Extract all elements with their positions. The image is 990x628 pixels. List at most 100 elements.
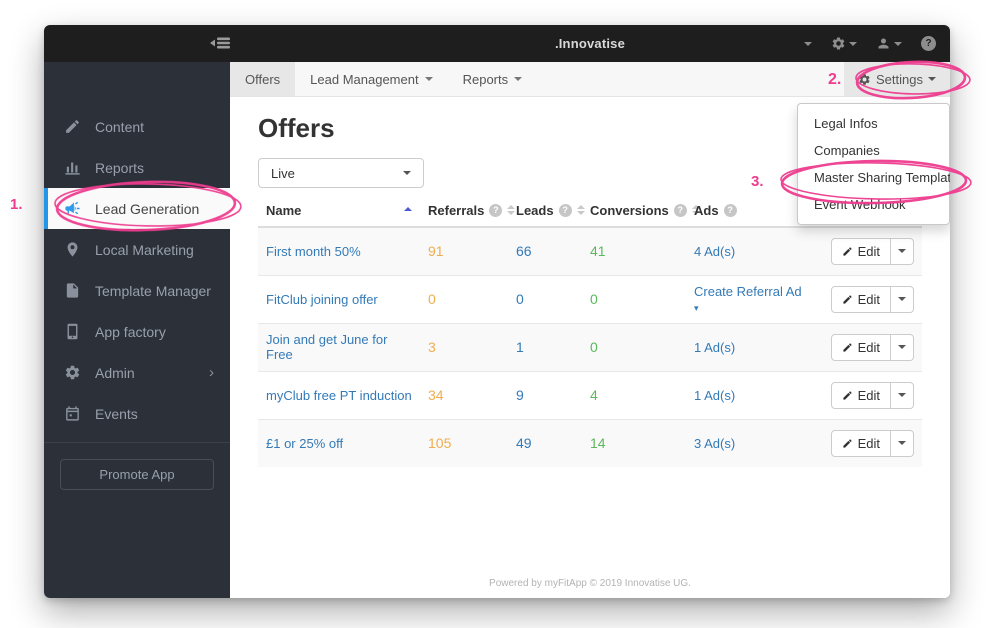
topbar-user-icon[interactable] xyxy=(876,36,902,51)
table-row: First month 50% 91 66 41 4 Ad(s) Edit xyxy=(258,227,922,275)
edit-button-group: Edit xyxy=(830,237,914,265)
map-pin-icon xyxy=(64,241,81,258)
pencil-icon xyxy=(842,439,852,448)
offer-name-link[interactable]: £1 or 25% off xyxy=(266,436,343,451)
menu-item-event-webhook[interactable]: Event Webhook xyxy=(798,191,949,218)
sidebar-item-template-manager[interactable]: Template Manager xyxy=(44,270,230,311)
promote-app-button[interactable]: Promote App xyxy=(60,459,214,490)
status-filter-select[interactable]: Live xyxy=(258,158,424,188)
sidebar-item-events[interactable]: Events xyxy=(44,393,230,434)
table-row: FitClub joining offer 0 0 0 Create Refer… xyxy=(258,274,922,323)
offer-name-link[interactable]: First month 50% xyxy=(266,244,361,259)
tab-label: Lead Management xyxy=(310,71,419,87)
sidebar-item-label: App factory xyxy=(95,323,166,340)
edit-label: Edit xyxy=(857,387,880,403)
topbar-gear-icon[interactable] xyxy=(831,36,857,51)
edit-dropdown-button[interactable] xyxy=(891,237,914,265)
sidebar-nav: Content Reports Lead Generation Local Ma… xyxy=(44,62,230,434)
settings-label: Settings xyxy=(876,71,923,87)
pencil-icon xyxy=(64,118,81,135)
sidebar-item-content[interactable]: Content xyxy=(44,106,230,147)
leads-value: 66 xyxy=(516,243,532,260)
sidebar-item-local-marketing[interactable]: Local Marketing xyxy=(44,229,230,270)
ads-link[interactable]: 1 Ad(s) xyxy=(694,340,735,355)
tab-offers[interactable]: Offers xyxy=(230,62,296,96)
edit-label: Edit xyxy=(857,339,880,355)
referrals-value: 105 xyxy=(428,435,452,452)
create-referral-ad-link[interactable]: Create Referral Ad xyxy=(694,284,802,299)
annotation-step-1: 1. xyxy=(10,196,23,213)
sidebar-item-lead-generation[interactable]: Lead Generation xyxy=(44,188,230,229)
column-label: Ads xyxy=(694,202,719,218)
leads-value: 9 xyxy=(516,387,524,403)
settings-dropdown-button[interactable]: Settings xyxy=(844,62,950,96)
help-icon[interactable]: ? xyxy=(489,203,503,217)
edit-label: Edit xyxy=(857,291,880,307)
edit-button[interactable]: Edit xyxy=(830,429,891,457)
offer-name-link[interactable]: FitClub joining offer xyxy=(266,292,378,307)
column-header-referrals[interactable]: Referrals ? xyxy=(420,195,516,228)
sidebar: Content Reports Lead Generation Local Ma… xyxy=(44,62,230,598)
sidebar-item-label: Local Marketing xyxy=(95,241,194,258)
caret-down-icon xyxy=(403,171,411,175)
app-window: .Innovatise ? Content Reports Lead Gener… xyxy=(44,25,950,598)
offer-name-link[interactable]: myClub free PT induction xyxy=(266,388,412,403)
topbar-help-icon[interactable]: ? xyxy=(921,36,936,51)
menu-item-master-sharing-templates[interactable]: Master Sharing Templates xyxy=(798,164,950,191)
tab-lead-management[interactable]: Lead Management xyxy=(295,62,447,96)
sidebar-item-app-factory[interactable]: App factory xyxy=(44,311,230,352)
ads-link[interactable]: 1 Ad(s) xyxy=(694,388,735,403)
conversions-value: 0 xyxy=(590,339,598,355)
column-label: Name xyxy=(266,202,302,218)
menu-item-legal-infos[interactable]: Legal Infos xyxy=(798,110,949,137)
edit-dropdown-button[interactable] xyxy=(891,333,914,361)
edit-dropdown-button[interactable] xyxy=(891,285,914,313)
edit-button[interactable]: Edit xyxy=(830,333,891,361)
caret-down-icon: ▾ xyxy=(694,303,699,313)
table-row: £1 or 25% off 105 49 14 3 Ad(s) Edit xyxy=(258,418,922,467)
column-header-leads[interactable]: Leads ? xyxy=(508,195,585,228)
topbar-actions: ? xyxy=(804,25,936,62)
bar-chart-icon xyxy=(64,159,81,176)
edit-dropdown-button[interactable] xyxy=(891,429,914,457)
page: .Innovatise ? Content Reports Lead Gener… xyxy=(0,0,990,628)
ads-link[interactable]: 3 Ad(s) xyxy=(694,436,735,451)
caret-down-icon xyxy=(928,77,936,81)
menu-item-companies[interactable]: Companies xyxy=(798,137,949,164)
sidebar-item-admin[interactable]: Admin › xyxy=(44,352,230,393)
conversions-value: 14 xyxy=(590,435,606,452)
chevron-right-icon: › xyxy=(209,364,214,381)
conversions-value: 0 xyxy=(590,291,598,307)
help-icon[interactable]: ? xyxy=(723,203,737,217)
sidebar-item-label: Events xyxy=(95,405,138,422)
edit-button[interactable]: Edit xyxy=(830,381,891,409)
gear-icon xyxy=(859,73,870,85)
help-icon[interactable]: ? xyxy=(673,203,687,217)
calendar-icon xyxy=(64,405,81,422)
gear-icon xyxy=(64,364,81,381)
tab-reports[interactable]: Reports xyxy=(448,62,538,96)
column-label: Leads xyxy=(516,202,554,218)
edit-button[interactable]: Edit xyxy=(830,285,891,313)
referrals-value: 34 xyxy=(428,387,444,403)
main-area: Offers Lead Management Reports Settings xyxy=(230,62,950,598)
leads-value: 49 xyxy=(516,435,532,452)
edit-dropdown-button[interactable] xyxy=(891,381,914,409)
ads-link[interactable]: 4 Ad(s) xyxy=(694,244,735,259)
sort-icon xyxy=(576,205,585,215)
sort-icon xyxy=(507,205,516,215)
offer-name-link[interactable]: Join and get June for Free xyxy=(266,332,387,362)
column-header-conversions[interactable]: Conversions ? xyxy=(582,195,700,228)
megaphone-icon xyxy=(64,200,81,217)
tab-label: Offers xyxy=(245,71,281,87)
column-header-name[interactable]: Name xyxy=(258,195,420,228)
edit-button[interactable]: Edit xyxy=(830,237,891,265)
tab-label: Reports xyxy=(462,71,509,87)
sidebar-item-reports[interactable]: Reports xyxy=(44,147,230,188)
status-filter-value: Live xyxy=(271,165,295,181)
topbar-dropdown-caret-icon[interactable] xyxy=(804,41,812,46)
sidebar-collapse-icon[interactable] xyxy=(210,35,232,51)
column-label: Conversions xyxy=(590,202,669,218)
edit-button-group: Edit xyxy=(830,333,914,361)
help-icon[interactable]: ? xyxy=(558,203,572,217)
